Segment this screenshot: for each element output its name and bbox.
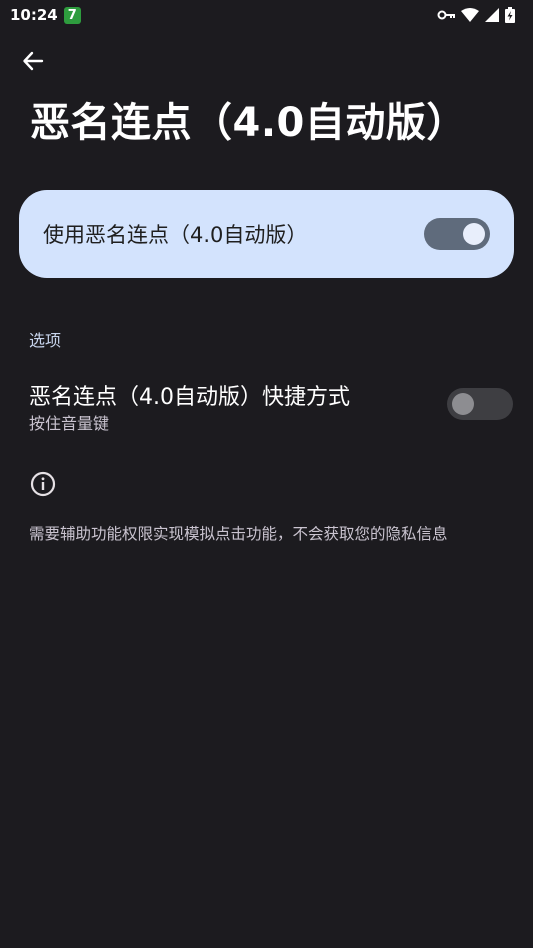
status-time: 10:24 (10, 6, 58, 24)
status-left: 10:24 7 (10, 6, 81, 24)
app-badge-icon: 7 (63, 6, 81, 24)
wifi-icon (461, 8, 479, 22)
battery-charging-icon (505, 7, 515, 23)
signal-icon (485, 8, 499, 22)
main-switch-label: 使用恶名连点（4.0自动版） (43, 223, 308, 247)
switch-thumb (452, 393, 474, 415)
page-title: 恶名连点（4.0自动版） (30, 100, 467, 146)
status-icons (437, 7, 515, 23)
section-header-options: 选项 (29, 331, 62, 350)
back-button[interactable] (16, 46, 50, 80)
footer-text: 需要辅助功能权限实现模拟点击功能，不会获取您的隐私信息 (29, 525, 448, 543)
shortcut-switch-toggle[interactable] (447, 388, 513, 420)
info-icon (30, 471, 56, 497)
shortcut-summary: 按住音量键 (29, 414, 110, 433)
switch-thumb (463, 223, 485, 245)
status-bar: 10:24 7 (0, 0, 533, 30)
arrow-left-icon (22, 50, 44, 76)
shortcut-preference-row[interactable]: 恶名连点（4.0自动版）快捷方式 按住音量键 (0, 372, 533, 438)
vpn-key-icon (437, 9, 455, 21)
main-switch-toggle[interactable] (424, 218, 490, 250)
shortcut-title: 恶名连点（4.0自动版）快捷方式 (29, 385, 350, 410)
main-switch-card[interactable]: 使用恶名连点（4.0自动版） (19, 190, 514, 278)
